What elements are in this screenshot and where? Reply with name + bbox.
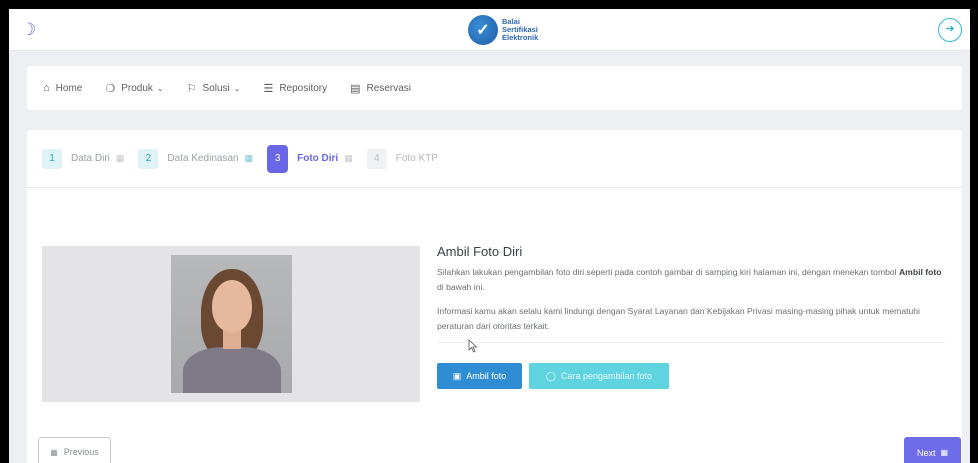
- arrow-left-icon: ▦: [50, 447, 58, 457]
- step-number: 1: [42, 148, 62, 169]
- nav-item-produk[interactable]: ❍ Produk ⌄: [105, 82, 163, 95]
- moon-icon[interactable]: ☽: [21, 20, 41, 40]
- step-number: 4: [366, 148, 387, 169]
- nav-item-label: Solusi: [202, 82, 230, 94]
- chevron-down-icon: ⌄: [233, 83, 241, 93]
- photo-guide-button[interactable]: ◯ Cara pengambilan foto: [529, 363, 669, 389]
- layers-icon: ☰: [263, 82, 274, 95]
- wizard-card: 1 Data Diri ▦ 2 Data Kedinasan ▦ 3 Foto …: [27, 130, 962, 463]
- nav-item-label: Home: [55, 82, 83, 94]
- nav-item-solusi[interactable]: ⚐ Solusi ⌄: [187, 82, 241, 95]
- privacy-text: Informasi kamu akan selalu kami lindungi…: [437, 306, 920, 331]
- step-data-kedinasan[interactable]: 2 Data Kedinasan ▦: [138, 148, 254, 169]
- stepper: 1 Data Diri ▦ 2 Data Kedinasan ▦ 3 Foto …: [27, 130, 962, 188]
- calendar-icon: ▤: [350, 82, 361, 95]
- photo-instructions: Ambil Foto Diri Silahkan lakukan pengamb…: [437, 244, 947, 389]
- step-check-icon: ▦: [244, 153, 254, 163]
- step-foto-ktp[interactable]: 4 Foto KTP: [366, 148, 438, 169]
- step-label: Foto KTP: [395, 153, 438, 164]
- step-label: Foto Diri: [297, 153, 339, 164]
- next-button[interactable]: Next ▦: [904, 437, 961, 463]
- bse-logo[interactable]: ✓ Balai Sertifikasi Elektronik: [468, 13, 538, 47]
- camera-icon: ▣: [452, 370, 462, 381]
- step-foto-diri[interactable]: 3 Foto Diri ▦: [267, 144, 353, 173]
- nav-item-label: Produk: [121, 82, 153, 94]
- divider: [437, 342, 945, 343]
- box-icon: ❍: [105, 82, 116, 95]
- main-nav: ⌂ Home ❍ Produk ⌄ ⚐ Solusi ⌄ ☰ Repositor…: [27, 66, 962, 110]
- nav-item-reservasi[interactable]: ▤ Reservasi: [350, 82, 411, 95]
- take-photo-button[interactable]: ▣ Ambil foto: [437, 363, 522, 389]
- step-label: Data Kedinasan: [167, 153, 239, 164]
- arrow-right-icon: ▦: [940, 448, 949, 457]
- app-window: ☽ ✓ Balai Sertifikasi Elektronik ➜ ⌂ Hom…: [9, 9, 970, 463]
- instruction-text: Silahkan lakukan pengambilan foto diri s…: [437, 267, 942, 292]
- sample-selfie-image: [171, 255, 292, 393]
- mouse-cursor-icon: [468, 339, 478, 353]
- step-check-icon: ▦: [344, 153, 353, 163]
- step-number: 3: [267, 144, 289, 173]
- logo-emblem: ✓: [468, 15, 498, 45]
- sample-photo-panel: [42, 246, 420, 402]
- nav-item-label: Repository: [279, 82, 328, 94]
- section-title: Ambil Foto Diri: [437, 244, 523, 259]
- step-label: Data Diri: [71, 153, 110, 164]
- flag-icon: ⚐: [186, 82, 197, 95]
- nav-item-repository[interactable]: ☰ Repository: [263, 82, 327, 95]
- top-bar: ☽ ✓ Balai Sertifikasi Elektronik ➜: [9, 9, 970, 51]
- step-number: 2: [138, 148, 159, 169]
- home-icon: ⌂: [43, 82, 50, 94]
- step-data-diri[interactable]: 1 Data Diri ▦: [42, 148, 125, 169]
- sign-in-icon[interactable]: ➜: [938, 18, 962, 42]
- chevron-down-icon: ⌄: [156, 83, 164, 93]
- nav-item-label: Reservasi: [366, 82, 411, 94]
- nav-item-home[interactable]: ⌂ Home: [43, 82, 82, 94]
- logo-text: Balai Sertifikasi Elektronik: [502, 17, 539, 42]
- info-circle-icon: ◯: [545, 370, 556, 381]
- step-check-icon: ▦: [115, 153, 125, 163]
- previous-button[interactable]: ▦ Previous: [38, 437, 111, 463]
